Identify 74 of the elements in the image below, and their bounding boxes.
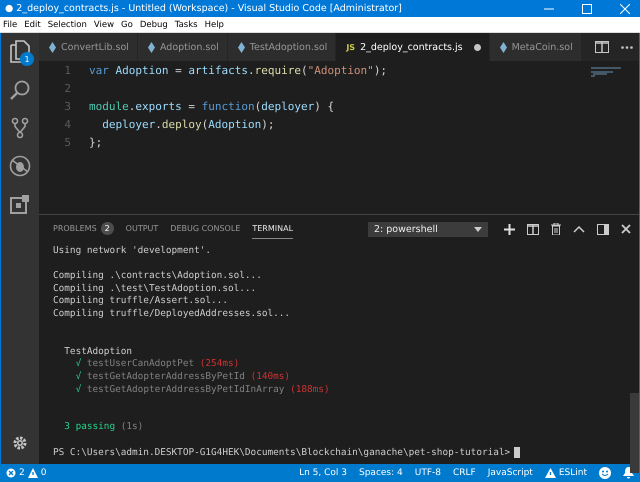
status-item[interactable]: CRLF xyxy=(452,468,476,478)
editor-tab[interactable]: Adoption.sol xyxy=(138,33,228,61)
bell-icon[interactable] xyxy=(623,467,634,479)
panel-tab[interactable]: TERMINAL xyxy=(252,220,294,238)
status-item[interactable]: JavaScript xyxy=(488,468,533,478)
editor-tab[interactable]: ConvertLib.sol xyxy=(39,33,138,61)
terminal-line: √ testGetAdopterAddressByPetId (140ms) xyxy=(74,370,290,384)
eslint-status[interactable]: ESLint xyxy=(544,468,587,478)
window-title: ● 2_deploy_contracts.js - Untitled (Workspace) - Visual Studio Code [Administrator] xyxy=(5,3,403,14)
diamond-icon xyxy=(148,42,155,52)
terminal-dropdown[interactable]: 2: powershell xyxy=(368,222,488,236)
panel-tab[interactable]: DEBUG CONSOLE xyxy=(170,220,240,238)
code-line: module.exports = function(deployer) { xyxy=(89,100,334,112)
editor-tab[interactable]: JS 2_deploy_contracts.js xyxy=(336,33,490,61)
warning-icon xyxy=(544,468,556,478)
terminal-line: Compiling .\test\TestAdoption.sol... xyxy=(53,282,256,296)
terminal-line: PS C:\Users\admin.DESKTOP-G1G4HEK\Documents\Blockchain\ganache\pet-shop-tutorial> xyxy=(53,446,510,460)
code-line: }; xyxy=(89,136,102,148)
dropdown-arrow-icon xyxy=(474,226,482,232)
terminal-line: Compiling truffle/Assert.sol... xyxy=(53,295,228,308)
panel-layout-icon[interactable] xyxy=(597,224,609,234)
error-icon xyxy=(6,468,16,478)
menu-item[interactable]: Tasks xyxy=(174,20,198,30)
terminal-line: TestAdoption xyxy=(63,346,132,358)
diamond-icon xyxy=(500,42,507,52)
editor-tab[interactable]: TestAdoption.sol xyxy=(228,33,336,61)
menu-item[interactable]: Debug xyxy=(140,20,168,30)
code-line: var Adoption = artifacts.require("Adoption"); xyxy=(89,64,388,76)
split-terminal-icon[interactable] xyxy=(527,224,539,234)
menu-item[interactable]: File xyxy=(3,20,18,30)
menu-item[interactable]: View xyxy=(94,20,114,30)
terminal-line: Using network 'development'. xyxy=(53,245,212,258)
menu-item[interactable]: Go xyxy=(121,20,133,30)
status-item[interactable]: Ln 5, Col 3 xyxy=(299,468,347,478)
editor-tab[interactable]: MetaCoin.sol xyxy=(490,33,582,61)
close-icon[interactable] xyxy=(621,224,631,234)
files-icon[interactable] xyxy=(9,40,31,64)
status-item[interactable]: UTF-8 xyxy=(414,468,441,478)
search-icon[interactable] xyxy=(9,79,31,101)
line-number: 1 xyxy=(63,64,72,76)
terminal-line: Compiling truffle/DeployedAddresses.sol... xyxy=(53,308,290,321)
diamond-icon xyxy=(49,42,56,52)
maximize-icon[interactable] xyxy=(582,4,592,14)
warning-icon xyxy=(28,468,38,478)
line-number: 4 xyxy=(63,118,72,130)
status-item[interactable]: Spaces: 4 xyxy=(359,468,403,478)
line-number: 3 xyxy=(63,100,72,112)
terminal-line: 3 passing (1s) xyxy=(63,421,144,434)
extensions-icon[interactable] xyxy=(10,194,30,214)
diamond-icon xyxy=(238,42,245,52)
js-file-icon: JS xyxy=(346,42,356,52)
terminal-line: Compiling .\contracts\Adoption.sol... xyxy=(53,270,262,283)
terminal-line: √ testUserCanAdoptPet (254ms) xyxy=(74,358,240,371)
settings-icon[interactable] xyxy=(12,435,28,451)
code-line: deployer.deploy(Adoption); xyxy=(101,118,274,130)
notification-badge: 1 xyxy=(20,52,34,66)
problems-status[interactable]: 2 0 xyxy=(6,468,46,478)
menu-item[interactable]: Edit xyxy=(24,20,41,30)
split-editor-icon[interactable] xyxy=(595,41,609,53)
scrollbar-thumb[interactable] xyxy=(630,393,639,473)
terminal-line: √ testGetAdopterAddressByPetIdInArray (188ms) xyxy=(74,384,330,396)
more-icon[interactable] xyxy=(621,46,633,48)
panel-tab[interactable]: PROBLEMS 2 xyxy=(53,220,114,238)
smiley-icon[interactable] xyxy=(599,467,611,479)
trash-icon[interactable] xyxy=(551,223,561,235)
chevron-up-icon[interactable] xyxy=(573,226,585,232)
menu-item[interactable]: Help xyxy=(204,20,224,30)
panel-tab[interactable]: OUTPUT xyxy=(126,220,158,238)
line-number: 2 xyxy=(63,82,72,94)
menu-item[interactable]: Selection xyxy=(48,20,87,30)
plus-icon[interactable] xyxy=(504,224,515,234)
source-control-icon[interactable] xyxy=(10,117,30,139)
debug-icon[interactable] xyxy=(9,155,31,177)
line-number: 5 xyxy=(63,136,72,148)
